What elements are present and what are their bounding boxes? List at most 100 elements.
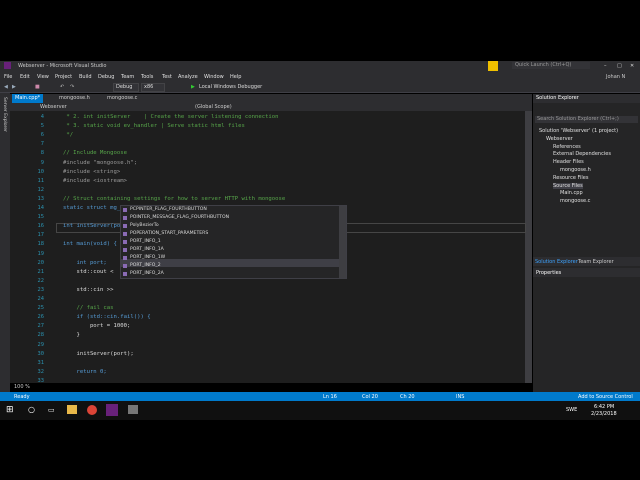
menu-debug[interactable]: Debug [98, 74, 114, 80]
line-number: 7 [40, 141, 44, 148]
code-line[interactable]: #include "mongoose.h"; [63, 160, 137, 166]
undo-icon[interactable]: ↶ [60, 84, 64, 90]
line-number: 16 [37, 223, 45, 230]
solution-tree-item[interactable]: Solution 'Webserver' (1 project) [539, 128, 618, 134]
save-all-icon[interactable]: ■ [35, 84, 40, 90]
line-number: 14 [37, 205, 45, 211]
windows-start-icon[interactable]: ⊞ [6, 405, 14, 415]
suggestion-item[interactable]: PORT_INFO_1W [130, 255, 165, 260]
suggestion-item[interactable]: PCPINTER_FLAG_FOURTHBUTTON [130, 207, 207, 212]
suggestion-item[interactable]: POPERATION_START_PARAMETERS [130, 231, 208, 236]
config-select[interactable]: Debug [113, 83, 139, 92]
code-line[interactable]: int main(void) { [63, 241, 117, 247]
code-line[interactable]: // Include Mongoose [63, 150, 127, 156]
suggestion-kind-icon [123, 256, 127, 260]
solution-search-input[interactable]: Search Solution Explorer (Ctrl+;) [535, 116, 638, 123]
forward-icon[interactable]: ▶ [12, 84, 16, 90]
solution-tree-item[interactable]: mongoose.c [560, 198, 590, 204]
line-number: 6 [40, 132, 44, 139]
suggestion-item[interactable]: PORT_INFO_2A [130, 271, 164, 276]
add-to-source-control[interactable]: Add to Source Control [578, 394, 633, 400]
code-line[interactable]: if (std::cin.fail()) { [63, 314, 150, 320]
line-number: 15 [37, 214, 45, 221]
code-line[interactable]: */ [63, 132, 73, 138]
tab-team-explorer[interactable]: Team Explorer [578, 259, 614, 265]
task-view-icon[interactable]: ▭ [48, 406, 55, 414]
file-explorer-icon[interactable] [67, 405, 77, 414]
platform-select[interactable]: x86 [141, 83, 165, 92]
line-number: 8 [40, 150, 44, 157]
solution-tree-item[interactable]: References [553, 144, 581, 150]
line-number: 5 [40, 123, 44, 130]
clock-date[interactable]: 2/23/2018 [591, 411, 617, 417]
suggestion-item[interactable]: PORT_INFO_2 [130, 263, 161, 268]
solution-tree-item[interactable]: Resource Files [553, 175, 589, 181]
zoom-level[interactable]: 100 % [14, 384, 30, 390]
language-indicator[interactable]: SWE [566, 407, 577, 413]
code-line[interactable]: } [63, 332, 79, 338]
suggestion-kind-icon [123, 272, 127, 276]
menu-project[interactable]: Project [55, 74, 72, 80]
menu-window[interactable]: Window [204, 74, 224, 80]
solution-tree-item[interactable]: Main.cpp [560, 190, 583, 196]
code-line[interactable]: std::cin >> [63, 287, 113, 293]
solution-tree-item[interactable]: Header Files [553, 159, 584, 165]
menu-team[interactable]: Team [121, 74, 134, 80]
code-line[interactable]: #include <string> [63, 169, 120, 175]
code-line[interactable]: port = 1000; [63, 323, 130, 329]
solution-tree-item[interactable]: Source Files [553, 182, 583, 189]
menu-tools[interactable]: Tools [141, 74, 153, 80]
code-line[interactable]: initServer(port); [63, 351, 133, 357]
start-debug-icon[interactable]: ▶ [191, 84, 195, 90]
tab-solution-explorer[interactable]: Solution Explorer [535, 259, 578, 265]
solution-tree-item[interactable]: External Dependencies [553, 151, 611, 157]
suggestion-item[interactable]: PORT_INFO_1A [130, 247, 164, 252]
menu-help[interactable]: Help [230, 74, 241, 80]
menu-view[interactable]: View [37, 74, 49, 80]
tab-main-cpp[interactable]: Main.cpp* [12, 94, 44, 103]
solution-tree-item[interactable]: mongoose.h [560, 167, 591, 173]
tab-mongoose-c[interactable]: mongoose.c [104, 94, 140, 103]
quick-launch-input[interactable]: Quick Launch (Ctrl+Q) [512, 62, 590, 69]
suggestion-item[interactable]: PORT_INFO_1 [130, 239, 161, 244]
line-number: 9 [40, 159, 44, 166]
menu-test[interactable]: Test [162, 74, 172, 80]
code-line[interactable]: int port; [63, 260, 106, 266]
tab-mongoose-h[interactable]: mongoose.h [56, 94, 93, 103]
window-minimize-button[interactable]: – [604, 63, 607, 69]
code-line[interactable]: std::cout < [63, 269, 113, 275]
suggestion-item[interactable]: PolyBezierTo [130, 223, 159, 228]
code-line[interactable]: #include <iostream> [63, 178, 127, 184]
code-line[interactable]: * 3. static void ev_handler | Serve stat… [63, 123, 245, 129]
user-name[interactable]: Johan N [606, 74, 625, 80]
start-debug-button[interactable]: Local Windows Debugger [199, 84, 262, 90]
editor-scrollbar[interactable] [525, 111, 532, 383]
window-maximize-button[interactable]: □ [617, 63, 622, 69]
notification-flag-icon[interactable] [488, 61, 498, 71]
solution-tree-item[interactable]: Webserver [546, 136, 573, 142]
menu-analyze[interactable]: Analyze [178, 74, 198, 80]
chrome-icon[interactable] [87, 405, 97, 415]
menu-file[interactable]: File [4, 74, 12, 80]
clock-time[interactable]: 6:42 PM [594, 404, 614, 410]
suggestion-kind-icon [123, 232, 127, 236]
window-close-button[interactable]: ✕ [630, 63, 634, 69]
code-line[interactable]: // fail cas [63, 305, 113, 311]
line-number: 13 [37, 195, 45, 202]
menu-edit[interactable]: Edit [20, 74, 30, 80]
code-line[interactable]: * 2. int initServer | Create the server … [63, 114, 278, 120]
line-number: 17 [37, 232, 45, 239]
code-line[interactable]: // Struct containing settings for how to… [63, 196, 285, 202]
menu-build[interactable]: Build [79, 74, 92, 80]
nav-project[interactable]: Webserver [40, 104, 67, 110]
popup-scrollbar[interactable] [339, 206, 346, 278]
app-taskbar-icon[interactable] [128, 405, 138, 414]
search-icon[interactable]: ○ [28, 405, 35, 414]
server-explorer-tab[interactable]: Server Explorer [2, 97, 7, 132]
nav-scope[interactable]: (Global Scope) [195, 104, 232, 110]
redo-icon[interactable]: ↷ [70, 84, 74, 90]
back-icon[interactable]: ◀ [4, 84, 8, 90]
suggestion-item[interactable]: POINTER_MESSAGE_FLAG_FOURTHBUTTON [130, 215, 229, 220]
code-line[interactable]: return 0; [63, 369, 106, 375]
visual-studio-taskbar-icon[interactable] [106, 404, 118, 416]
